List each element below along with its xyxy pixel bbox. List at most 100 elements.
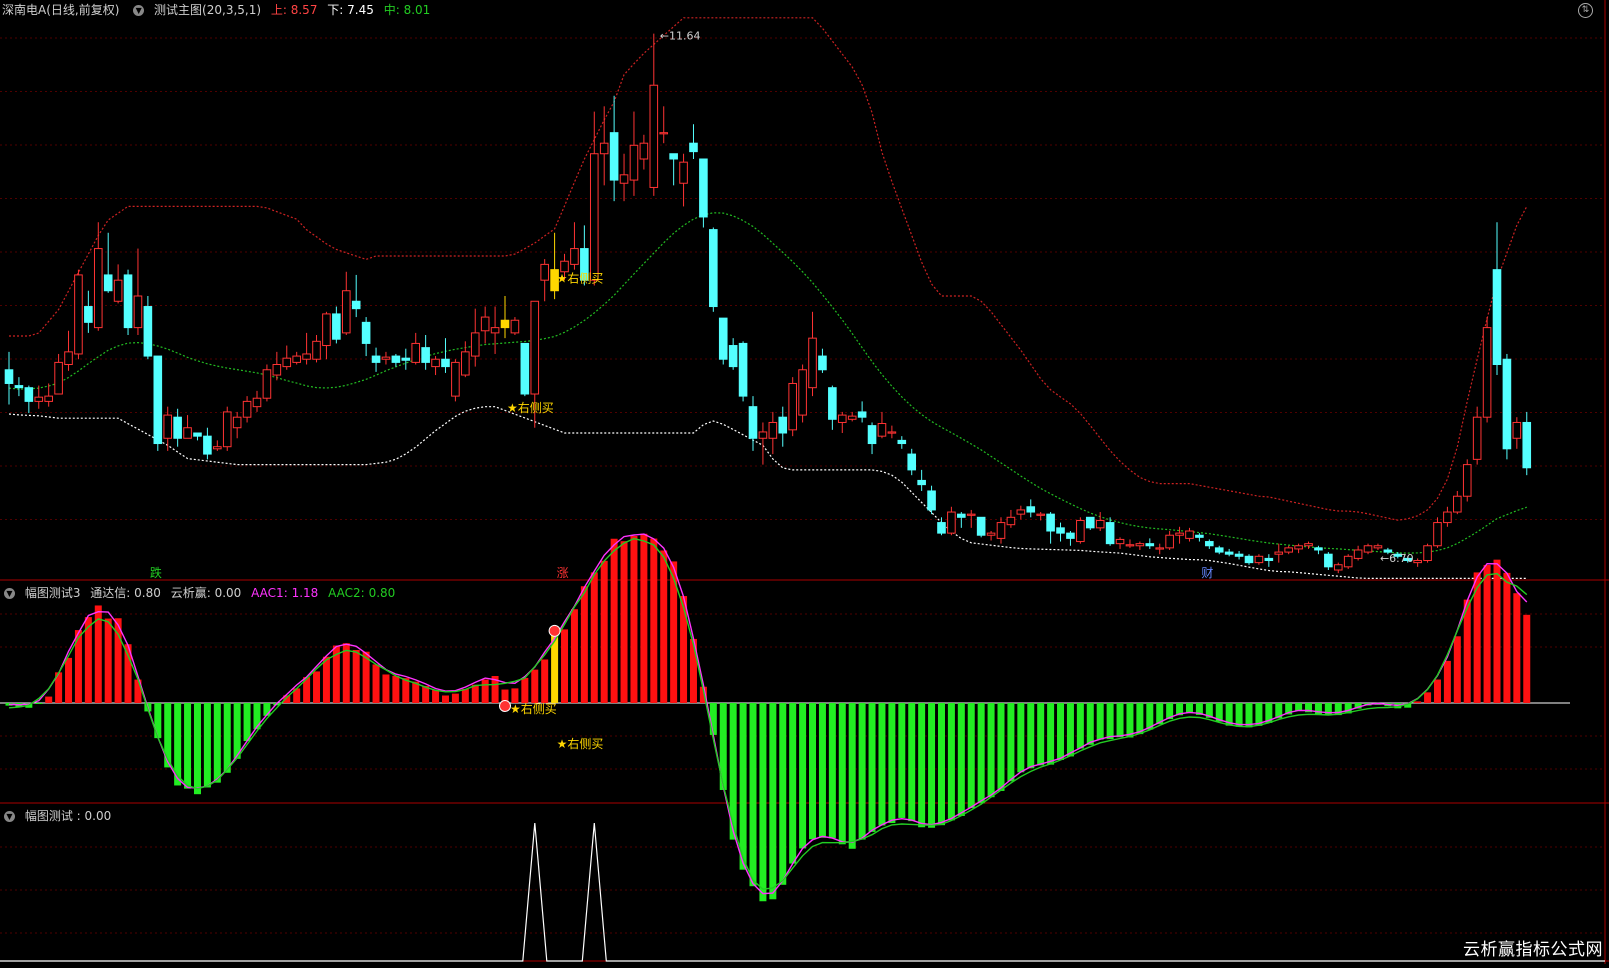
candle-body <box>1224 551 1234 555</box>
oscillator-bar <box>937 703 945 826</box>
oscillator-bar <box>432 690 440 703</box>
oscillator-bar <box>918 703 926 828</box>
oscillator-bar <box>1503 572 1511 703</box>
oscillator-bar <box>600 560 608 703</box>
oscillator-bar <box>481 679 489 703</box>
candle-body <box>897 439 907 445</box>
candle-body <box>976 516 986 536</box>
candle-body <box>1433 522 1442 547</box>
stock-name[interactable]: 深南电A(日线,前复权) <box>2 3 119 17</box>
candle-body <box>699 158 708 218</box>
candle-body <box>64 351 73 366</box>
candle-body <box>1353 549 1363 559</box>
oscillator-bar <box>193 703 201 795</box>
candle-body <box>689 142 698 153</box>
oscillator-bar <box>610 538 618 703</box>
candle-body <box>1343 555 1353 568</box>
candle-body <box>500 319 510 329</box>
candle-body <box>570 248 579 265</box>
oscillator-bar <box>1126 703 1134 738</box>
candle-body <box>173 416 182 439</box>
candle-body <box>619 174 629 184</box>
candle-body <box>361 321 371 344</box>
oscillator-bar <box>809 703 817 840</box>
oscillator-bar <box>313 671 321 703</box>
mid-band-line <box>8 212 1527 554</box>
candle-body <box>788 382 797 431</box>
oscillator-bar <box>441 695 449 703</box>
oscillator-bar <box>570 609 578 703</box>
candle-body <box>1333 564 1343 571</box>
candle-body <box>1522 421 1532 469</box>
oscillator-bar <box>1076 703 1084 749</box>
mid-value: 8.01 <box>403 3 431 17</box>
candle-body <box>1304 543 1313 547</box>
oscillator-bar <box>908 703 916 822</box>
oscillator-bar <box>680 596 688 703</box>
candle-body <box>1195 534 1204 538</box>
candle-body <box>589 153 599 281</box>
sub2-value: : 0.00 <box>76 809 112 823</box>
candle-body <box>441 358 450 368</box>
candle-body <box>778 416 788 434</box>
oscillator-bar <box>590 572 598 703</box>
oscillator-bar <box>1433 679 1441 703</box>
oscillator-bar <box>789 703 797 864</box>
collapse-icon[interactable]: ▼ <box>4 811 15 822</box>
sub2-name[interactable]: 幅图测试 <box>25 809 73 823</box>
candle-body <box>1274 551 1284 555</box>
candle-body <box>1125 544 1135 547</box>
oscillator-bar <box>1424 692 1432 703</box>
oscillator-bar <box>888 703 896 824</box>
oscillator-bar <box>818 703 826 838</box>
candle-body <box>1046 513 1055 532</box>
oscillator-bar <box>650 538 658 703</box>
oscillator-bar <box>898 703 906 818</box>
oscillator-bar <box>977 703 985 804</box>
candle-body <box>1492 269 1502 365</box>
oscillator-bar <box>660 550 668 703</box>
candle-body <box>738 342 748 397</box>
candle-body <box>1294 545 1303 550</box>
indicator-name[interactable]: 测试主图(20,3,5,1) <box>154 3 261 17</box>
oscillator-bar <box>243 703 251 742</box>
scroll-toggle-icon[interactable]: ⇅ <box>1578 3 1593 18</box>
candle-body <box>629 144 639 181</box>
signal-dot <box>548 624 561 637</box>
candle-body <box>530 300 540 395</box>
collapse-icon[interactable]: ▼ <box>133 5 145 16</box>
oscillator-bar <box>392 675 400 703</box>
oscillator-bar <box>997 703 1005 791</box>
oscillator-bar <box>799 703 807 849</box>
oscillator-bar <box>749 703 757 887</box>
candle-body <box>103 274 113 292</box>
oscillator-bar <box>967 703 975 809</box>
candle-body <box>302 353 311 360</box>
candle-body <box>1214 547 1224 553</box>
candle-body <box>1462 464 1472 497</box>
candle-body <box>153 355 163 445</box>
candle-body <box>461 351 470 376</box>
candle-body <box>798 369 807 416</box>
oscillator-bar <box>928 703 936 828</box>
event-marker: 财 <box>1201 566 1213 580</box>
candle-body <box>252 397 262 408</box>
candle-body <box>1264 557 1274 562</box>
collapse-icon[interactable]: ▼ <box>4 588 15 599</box>
candle-body <box>1512 421 1522 439</box>
oscillator-bar <box>769 703 777 900</box>
candle-body <box>1006 516 1016 526</box>
oscillator-bar <box>382 674 390 703</box>
oscillator-bar <box>1086 703 1094 745</box>
upper-label: 上: <box>270 3 287 17</box>
candle-body <box>54 361 63 395</box>
oscillator-bar <box>1066 703 1074 757</box>
sub1-name[interactable]: 幅图测试3 <box>25 586 81 600</box>
sub1-v3-value: 1.18 <box>291 586 319 600</box>
oscillator-bar <box>223 703 231 773</box>
buy-signal-label: ★右侧买 <box>557 270 604 285</box>
buy-signal-label: ★右侧买 <box>507 400 554 415</box>
upper-value: 8.57 <box>290 3 318 17</box>
candle-body <box>609 132 619 181</box>
candle-body <box>84 306 93 323</box>
